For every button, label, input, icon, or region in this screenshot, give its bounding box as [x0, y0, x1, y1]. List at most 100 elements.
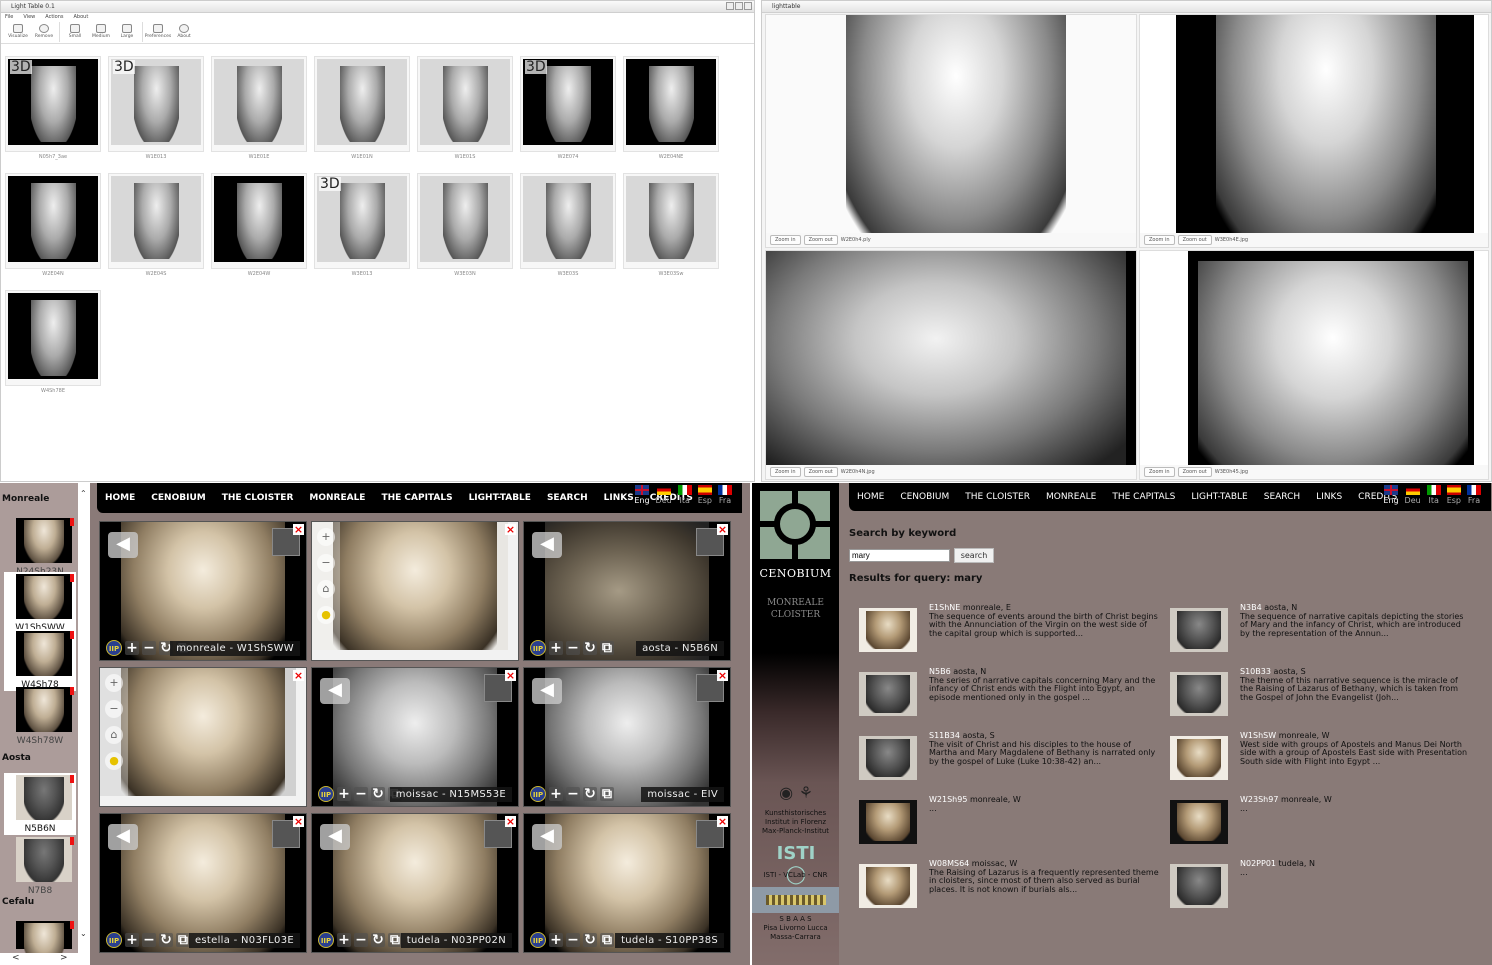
nav-search[interactable]: SEARCH	[547, 493, 588, 503]
thumbnail[interactable]: W2E04N	[5, 173, 101, 277]
close-button[interactable]	[744, 2, 752, 10]
search-button[interactable]: search	[954, 548, 994, 563]
small-button[interactable]: Small	[64, 22, 86, 39]
image-view[interactable]	[1188, 251, 1474, 465]
search-result[interactable]: N3B4 aosta, N The sequence of narrative c…	[1170, 603, 1470, 664]
zoom-in-button[interactable]: Zoom in	[1144, 235, 1175, 245]
back-arrow-icon[interactable]: ◀	[320, 824, 350, 850]
viewer-pane[interactable]: Zoom in Zoom out W3E0h4E.jpg	[1139, 14, 1489, 248]
viewer-pane[interactable]: Zoom in Zoom out W2E0h4.ply	[765, 14, 1137, 248]
max-planck-logo-icon[interactable]: ◉ ⚘	[772, 783, 820, 805]
result-thumbnail[interactable]	[1170, 608, 1228, 652]
thumbnail[interactable]: W1E01N	[314, 56, 410, 160]
menu-about[interactable]: About	[74, 13, 89, 22]
thumbnail[interactable]: W2E04NE	[623, 56, 719, 160]
zoom-in-button[interactable]: +	[337, 933, 351, 947]
light-icon[interactable]: ●	[105, 752, 123, 770]
capital-viewer-tile[interactable]: ◀IIP+−↻⧉×moissac - N15MS53E	[311, 667, 519, 807]
capital-viewer-tile[interactable]: ◀ IIP + − ↻ ⧉ × moissac - EIV	[523, 667, 731, 807]
nav-monreale[interactable]: MONREALE	[1046, 492, 1096, 502]
thumbnail[interactable]: W3E03S	[520, 173, 616, 277]
zoom-out-button[interactable]: Zoom out	[803, 235, 838, 245]
close-icon[interactable]: ×	[505, 816, 516, 827]
menu-actions[interactable]: Actions	[45, 13, 63, 22]
remove-icon[interactable]	[70, 837, 74, 845]
remove-button[interactable]: Remove	[33, 22, 55, 39]
result-thumbnail[interactable]	[1170, 800, 1228, 844]
lang-fra[interactable]: Fra	[1467, 485, 1481, 505]
result-thumbnail[interactable]	[1170, 864, 1228, 908]
reset-icon[interactable]: ↻	[371, 787, 385, 801]
capital-viewer-tile[interactable]: ◀IIP+−↻⧉×monreale - W1ShSWW	[99, 521, 307, 661]
zoom-out-button[interactable]: Zoom out	[803, 467, 838, 477]
capital-viewer-tile[interactable]: ◀ IIP + − ↻ ⧉ × estella - N03FL03E	[99, 813, 307, 953]
thumbnail[interactable]: 3D W2E074	[520, 56, 616, 160]
lang-fra[interactable]: Fra	[718, 485, 732, 505]
3d-view[interactable]	[766, 15, 1136, 233]
thumbnail[interactable]: W3E03N	[417, 173, 513, 277]
zoom-out-button[interactable]: −	[566, 933, 580, 947]
reset-icon[interactable]: ↻	[583, 787, 597, 801]
home-icon[interactable]: ⌂	[105, 726, 123, 744]
zoom-out-button[interactable]: Zoom out	[1177, 235, 1212, 245]
fullscreen-icon[interactable]: ⧉	[600, 641, 614, 655]
image-view[interactable]	[1176, 15, 1474, 233]
zoom-out-button[interactable]: −	[354, 933, 368, 947]
thumbnail[interactable]: W3E03Sw	[623, 173, 719, 277]
close-icon[interactable]: ×	[293, 816, 304, 827]
result-thumbnail[interactable]	[859, 608, 917, 652]
sidebar-thumb[interactable]: N5B6N	[4, 773, 76, 835]
nav-search[interactable]: SEARCH	[1264, 492, 1300, 502]
fullscreen-icon[interactable]: ⧉	[600, 933, 614, 947]
sbaas-institution[interactable]: S B A A S Pisa Livorno Lucca Massa-Carrara	[752, 915, 839, 942]
menu-view[interactable]: View	[23, 13, 35, 22]
capital-viewer-tile[interactable]: + − ⌂ ● ×	[99, 667, 307, 807]
back-arrow-icon[interactable]: ◀	[320, 678, 350, 704]
thumbnail[interactable]: W1E01S	[417, 56, 513, 160]
zoom-in-button[interactable]: Zoom in	[1144, 467, 1175, 477]
zoom-in-icon[interactable]: +	[317, 528, 335, 546]
zoom-in-button[interactable]: Zoom in	[770, 467, 801, 477]
capital-viewer-tile[interactable]: ◀ IIP + − ↻ ⧉ × tudela - N03PP02N	[311, 813, 519, 953]
back-arrow-icon[interactable]: ◀	[108, 824, 138, 850]
reset-icon[interactable]: ↻	[159, 933, 173, 947]
zoom-out-button[interactable]: −	[566, 787, 580, 801]
lang-esp[interactable]: Esp	[698, 485, 712, 505]
zoom-in-button[interactable]: +	[549, 641, 563, 655]
nav-monreale[interactable]: MONREALE	[309, 493, 365, 503]
search-result[interactable]: S11B34 aosta, S The visit of Christ and h…	[859, 731, 1159, 792]
scroll-right-icon[interactable]: >	[60, 953, 68, 963]
horizontal-scrollbar[interactable]	[100, 796, 306, 806]
maximize-button[interactable]	[735, 2, 743, 10]
zoom-out-button[interactable]: −	[354, 787, 368, 801]
nav-links[interactable]: LINKS	[1316, 492, 1342, 502]
result-thumbnail[interactable]	[1170, 736, 1228, 780]
zoom-in-button[interactable]: Zoom in	[770, 235, 801, 245]
sidebar-thumb[interactable]: W1ShSWW	[4, 572, 76, 634]
remove-icon[interactable]	[70, 518, 74, 526]
lang-ita[interactable]: Ita	[1426, 485, 1441, 505]
remove-icon[interactable]	[70, 775, 74, 783]
lang-eng[interactable]: Eng	[634, 485, 650, 505]
search-result[interactable]: S10B33 aosta, S The theme of this narrati…	[1170, 667, 1470, 728]
horizontal-scrollbar[interactable]	[312, 650, 518, 660]
thumbnail[interactable]: W2E04W	[211, 173, 307, 277]
thumbnail[interactable]: W2E04S	[108, 173, 204, 277]
nav-home[interactable]: HOME	[857, 492, 884, 502]
zoom-out-button[interactable]: Zoom out	[1177, 467, 1212, 477]
capital-viewer-tile[interactable]: + − ⌂ ● ×	[311, 521, 519, 661]
result-thumbnail[interactable]	[859, 800, 917, 844]
zoom-out-button[interactable]: −	[566, 641, 580, 655]
visualize-button[interactable]: Visualize	[7, 22, 29, 39]
sidebar-thumb[interactable]	[4, 919, 76, 965]
search-input[interactable]	[849, 549, 950, 562]
nav-links[interactable]: LINKS	[604, 493, 634, 503]
nav-the-capitals[interactable]: THE CAPITALS	[1112, 492, 1175, 502]
search-result[interactable]: W21Sh95 monreale, W...	[859, 795, 1159, 856]
nav-light-table[interactable]: LIGHT-TABLE	[469, 493, 531, 503]
scroll-down-icon[interactable]: ⌄	[80, 929, 87, 938]
close-icon[interactable]: ×	[505, 670, 516, 681]
zoom-in-button[interactable]: +	[549, 933, 563, 947]
lang-esp[interactable]: Esp	[1447, 485, 1461, 505]
fullscreen-icon[interactable]: ⧉	[600, 787, 614, 801]
